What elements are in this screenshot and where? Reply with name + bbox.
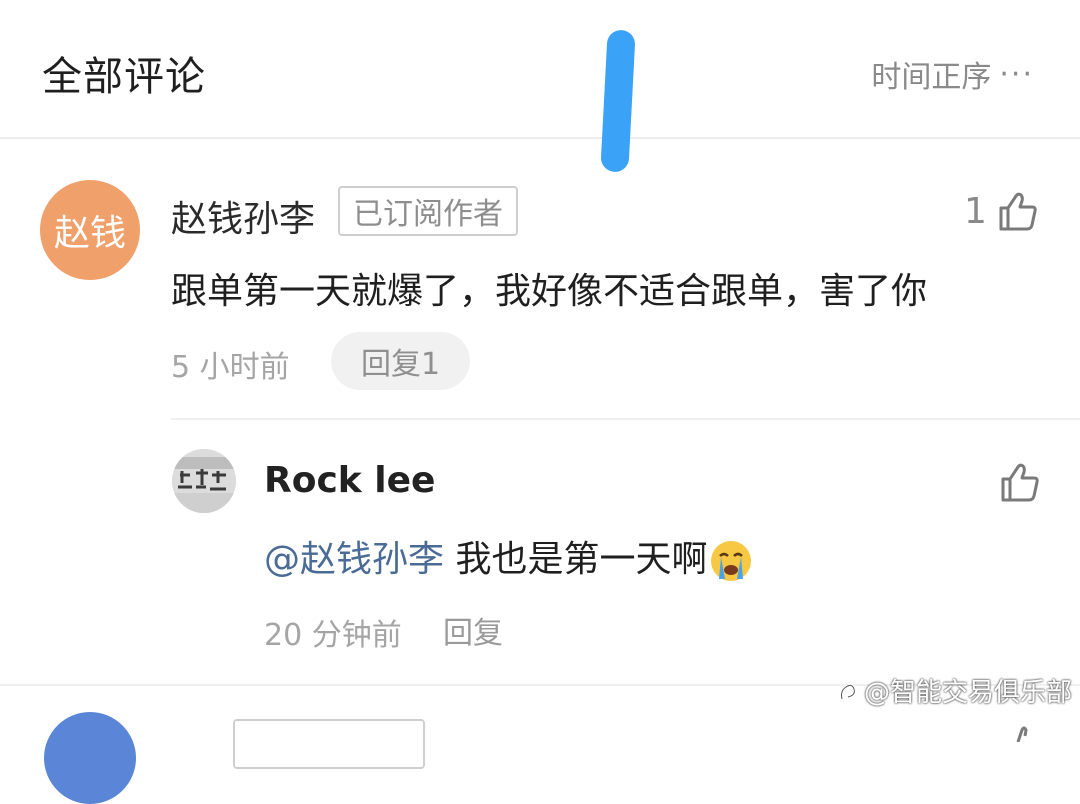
avatar[interactable]: 赵钱 (40, 180, 140, 280)
comment-time: 5 小时前 (171, 350, 290, 385)
reply-time: 20 分钟前 (264, 618, 402, 653)
comment-text: 跟单第一天就爆了，我好像不适合跟单，害了你 (171, 271, 928, 312)
more-icon: ··· (999, 56, 1034, 92)
thumbs-up-icon (999, 192, 1037, 231)
avatar-image (172, 449, 236, 513)
sort-order-button[interactable]: 时间正序 ··· (871, 52, 1034, 96)
comment-username[interactable]: 赵钱孙李 (171, 190, 315, 242)
reply-username[interactable]: Rock lee (264, 460, 435, 501)
like-count: 1 (964, 190, 987, 232)
watermark-text: @智能交易俱乐部 (864, 678, 1073, 708)
page-title: 全部评论 (42, 54, 206, 100)
subscriber-badge: 已订阅作者 (338, 186, 518, 236)
annotation-stroke (600, 29, 636, 173)
reply-button[interactable]: 回复 (443, 608, 503, 652)
reply-count-button[interactable]: 回复1 (331, 332, 470, 390)
thumbs-up-icon (1001, 463, 1039, 502)
divider (171, 418, 1080, 420)
thumbs-up-icon[interactable] (1004, 722, 1040, 742)
sort-order-label: 时间正序 (871, 60, 992, 95)
watermark: @智能交易俱乐部 (836, 672, 1072, 709)
crying-face-icon (711, 541, 752, 581)
subscriber-badge (233, 719, 425, 769)
comment-like-button[interactable]: 1 (964, 190, 1039, 232)
platform-logo-icon (840, 683, 856, 699)
avatar[interactable] (44, 712, 136, 804)
mention-link[interactable]: @赵钱孙李 (264, 539, 444, 580)
reply-like-button[interactable] (999, 461, 1041, 503)
reply-text: @赵钱孙李 我也是第一天啊 (264, 530, 753, 583)
reply-body: 我也是第一天啊 (444, 539, 708, 580)
avatar[interactable] (172, 449, 236, 513)
comments-header: 全部评论 时间正序 ··· (0, 0, 1080, 139)
